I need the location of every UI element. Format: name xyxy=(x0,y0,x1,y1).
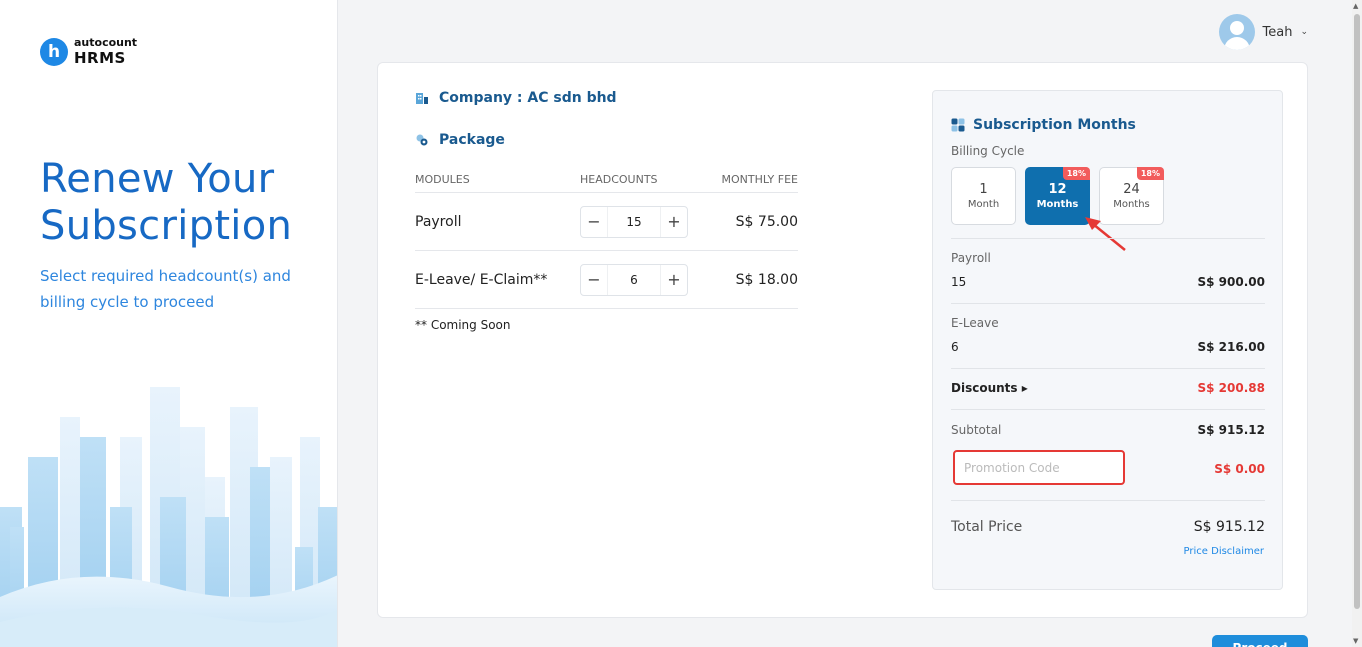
subscription-summary: Subscription Months Billing Cycle 1 Mont… xyxy=(932,90,1283,590)
monthly-fee: S$ 75.00 xyxy=(735,213,798,230)
payroll-count: 15 xyxy=(951,275,967,289)
proceed-button[interactable]: Proceed xyxy=(1212,635,1308,647)
billing-cycle-options: 1 Month 18% 12 Months 18% 24 Months xyxy=(951,167,1164,225)
chevron-down-icon: ⌄ xyxy=(1300,27,1308,37)
increment-button[interactable]: + xyxy=(661,265,687,295)
headcount-stepper[interactable]: − 15 + xyxy=(580,205,688,238)
eleave-summary-row: 6 S$ 216.00 xyxy=(951,340,1265,354)
payroll-total: S$ 900.00 xyxy=(1197,275,1265,289)
table-header: MODULES HEADCOUNTS MONTHLY FEE xyxy=(415,167,798,193)
scrollbar-thumb[interactable] xyxy=(1354,14,1360,609)
subscription-title: Subscription Months xyxy=(951,117,1136,133)
increment-button[interactable]: + xyxy=(661,207,687,237)
cycle-number: 24 xyxy=(1123,182,1140,198)
logo-top-text: autocount xyxy=(74,36,138,49)
divider xyxy=(951,368,1265,369)
decrement-button[interactable]: − xyxy=(581,265,607,295)
red-arrow-annotation-icon xyxy=(1085,217,1126,251)
headcount-stepper[interactable]: − 6 + xyxy=(580,263,688,296)
module-name: Payroll xyxy=(415,213,462,230)
divider xyxy=(951,500,1265,501)
city-skyline-illustration xyxy=(0,387,337,647)
payroll-label: Payroll xyxy=(951,251,991,265)
total-label: Total Price xyxy=(951,519,1023,535)
page-subtitle: Select required headcount(s) and billing… xyxy=(40,267,291,311)
title-line-1: Renew Your xyxy=(40,156,275,202)
table-row: E-Leave/ E-Claim** − 6 + S$ 18.00 xyxy=(415,251,798,309)
promo-discount-row: S$ 0.00 xyxy=(951,462,1265,476)
cycle-number: 12 xyxy=(1048,182,1067,198)
total-value: S$ 915.12 xyxy=(1193,519,1265,535)
coming-soon-note: ** Coming Soon xyxy=(415,318,511,332)
eleave-label: E-Leave xyxy=(951,316,999,330)
cycle-number: 1 xyxy=(979,182,988,198)
title-line-2: Subscription xyxy=(40,203,293,250)
user-name: Teah xyxy=(1262,24,1293,40)
company-header: Company : AC sdn bhd xyxy=(415,90,617,106)
cycle-option-12-months[interactable]: 18% 12 Months xyxy=(1025,167,1090,225)
payroll-summary-row: 15 S$ 900.00 xyxy=(951,275,1265,289)
package-icon xyxy=(416,134,428,146)
package-table: MODULES HEADCOUNTS MONTHLY FEE Payroll −… xyxy=(415,167,798,332)
billing-cycle-label: Billing Cycle xyxy=(951,144,1025,158)
divider xyxy=(951,409,1265,410)
left-panel: h autocount HRMS Renew Your Subscription… xyxy=(0,0,338,647)
discounts-toggle[interactable]: Discounts ▸ xyxy=(951,381,1028,395)
price-disclaimer-link[interactable]: Price Disclaimer xyxy=(1184,546,1264,557)
monthly-fee: S$ 18.00 xyxy=(735,271,798,288)
scroll-up-icon[interactable]: ▲ xyxy=(1353,2,1358,10)
grid-icon xyxy=(951,118,965,132)
avatar[interactable] xyxy=(1218,14,1255,50)
col-monthly-fee: MONTHLY FEE xyxy=(721,173,798,186)
subtotal-label: Subtotal xyxy=(951,423,1002,437)
scrollbar[interactable]: ▲ ▼ xyxy=(1352,0,1362,647)
app-logo[interactable]: h autocount HRMS xyxy=(40,36,137,67)
subtotal-row: Subtotal S$ 915.12 xyxy=(951,423,1265,437)
subtotal-value: S$ 915.12 xyxy=(1197,423,1265,437)
cycle-unit: Months xyxy=(1113,198,1150,210)
discount-value: S$ 200.88 xyxy=(1197,381,1265,395)
cycle-unit: Months xyxy=(1036,198,1079,210)
divider xyxy=(951,303,1265,304)
cycle-option-1-month[interactable]: 1 Month xyxy=(951,167,1016,225)
total-row: Total Price S$ 915.12 xyxy=(951,519,1265,535)
building-icon xyxy=(416,93,428,104)
headcount-input[interactable]: 15 xyxy=(607,206,661,237)
discount-badge: 18% xyxy=(1062,167,1090,180)
scroll-down-icon[interactable]: ▼ xyxy=(1353,637,1358,645)
logo-bottom-text: HRMS xyxy=(74,49,126,67)
logo-mark-icon: h xyxy=(40,37,68,66)
payroll-label-row: Payroll xyxy=(951,251,1265,265)
subscription-card: Company : AC sdn bhd Package MODULES HEA… xyxy=(377,62,1308,618)
cycle-unit: Month xyxy=(967,198,1000,210)
package-header: Package xyxy=(415,132,505,148)
discount-badge: 18% xyxy=(1136,167,1164,180)
promo-discount-value: S$ 0.00 xyxy=(1214,462,1265,476)
page-title: Renew Your Subscription xyxy=(40,156,292,250)
company-label: Company : AC sdn bhd xyxy=(439,90,617,106)
package-label: Package xyxy=(439,132,505,148)
subscription-title-text: Subscription Months xyxy=(973,117,1136,133)
eleave-count: 6 xyxy=(951,340,959,354)
eleave-label-row: E-Leave xyxy=(951,316,1265,330)
col-modules: MODULES xyxy=(415,173,470,186)
eleave-total: S$ 216.00 xyxy=(1197,340,1265,354)
col-headcounts: HEADCOUNTS xyxy=(580,173,658,186)
discounts-row: Discounts ▸ S$ 200.88 xyxy=(951,381,1265,395)
divider xyxy=(951,238,1265,239)
user-menu[interactable]: Teah ⌄ xyxy=(1218,14,1308,50)
decrement-button[interactable]: − xyxy=(581,207,607,237)
headcount-input[interactable]: 6 xyxy=(607,264,661,295)
table-row: Payroll − 15 + S$ 75.00 xyxy=(415,193,798,251)
module-name: E-Leave/ E-Claim** xyxy=(415,271,548,288)
